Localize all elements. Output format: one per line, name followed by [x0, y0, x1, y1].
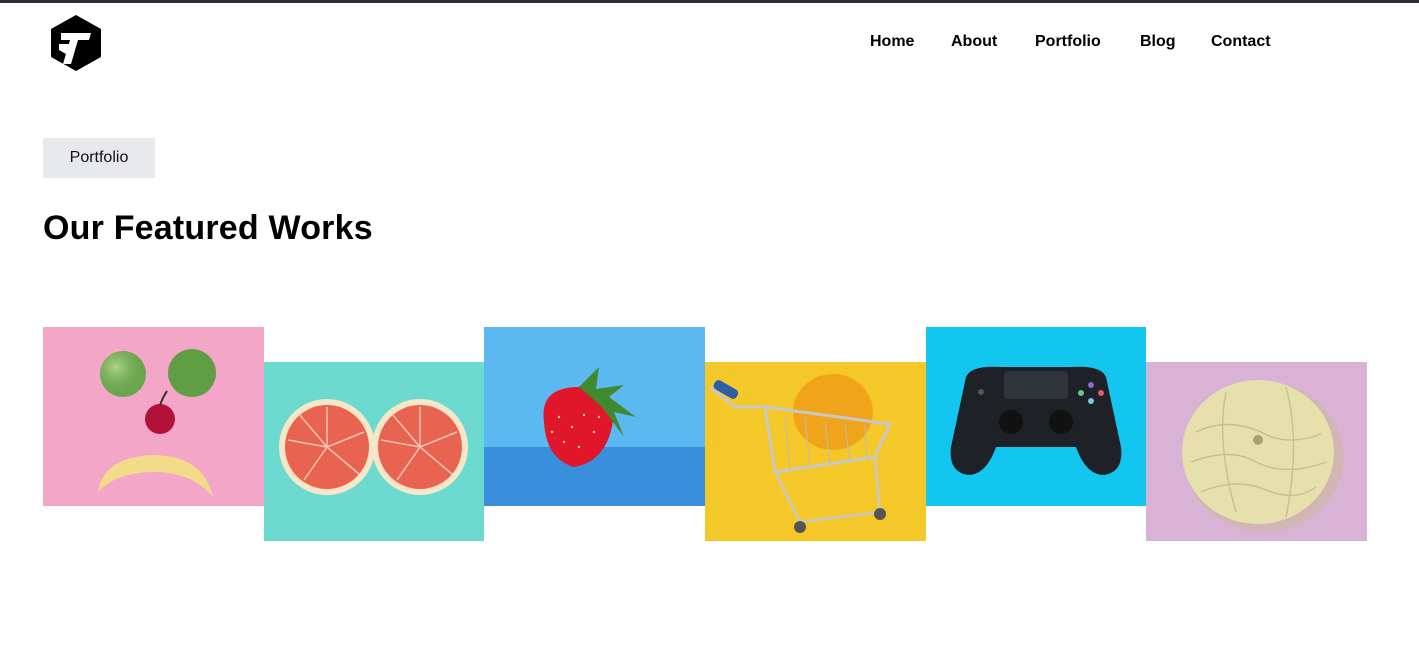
- shopping-cart-lemon-image: [705, 362, 926, 541]
- grapefruit-halves-image: [264, 362, 484, 541]
- nav-about[interactable]: About: [951, 33, 997, 51]
- melon-image: [1146, 362, 1367, 541]
- nav-portfolio[interactable]: Portfolio: [1035, 33, 1101, 51]
- portfolio-item-5[interactable]: [926, 327, 1146, 506]
- portfolio-item-4[interactable]: [705, 362, 926, 541]
- portfolio-item-2[interactable]: [264, 362, 484, 541]
- portfolio-item-6[interactable]: [1146, 362, 1367, 541]
- nav-home[interactable]: Home: [870, 33, 914, 51]
- page-title: Our Featured Works: [43, 209, 373, 247]
- top-border: [0, 0, 1419, 3]
- game-controller-image: [926, 327, 1146, 506]
- sad-fruit-face-image: [43, 327, 264, 506]
- nav-blog[interactable]: Blog: [1140, 33, 1176, 51]
- logo-icon[interactable]: [49, 14, 103, 72]
- nav-contact[interactable]: Contact: [1211, 33, 1271, 51]
- section-tag: Portfolio: [43, 138, 155, 178]
- strawberry-image: [484, 327, 705, 506]
- portfolio-item-3[interactable]: [484, 327, 705, 506]
- portfolio-item-1[interactable]: [43, 327, 264, 506]
